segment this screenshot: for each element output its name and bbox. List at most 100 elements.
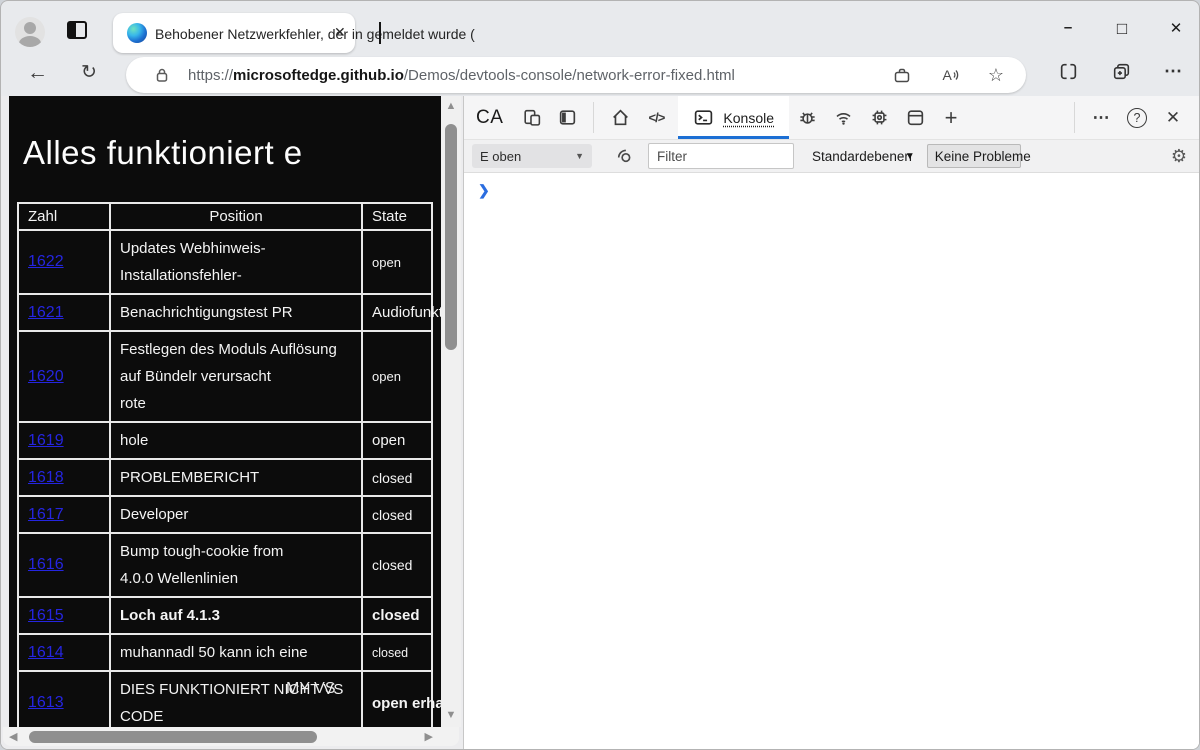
home-tab-icon[interactable] — [602, 96, 638, 139]
close-window-button[interactable] — [1167, 19, 1185, 39]
issue-state: closed — [372, 507, 422, 523]
address-bar[interactable]: https://microsoftedge.github.io/Demos/de… — [126, 57, 1026, 93]
column-header-position: Position — [110, 203, 362, 230]
issue-link[interactable]: 1616 — [28, 556, 64, 573]
browser-window: Behobener Netzwerkfehler, der in gemelde… — [0, 0, 1200, 750]
issue-position: Benachrichtigungstest PR — [120, 299, 352, 326]
scroll-right-icon[interactable] — [425, 730, 433, 743]
issue-state: open erha — [372, 695, 422, 712]
console-output[interactable] — [464, 173, 1199, 749]
horizontal-scrollbar[interactable] — [3, 727, 459, 746]
vertical-scrollbar[interactable] — [441, 96, 461, 727]
split-screen-icon[interactable] — [1058, 61, 1079, 82]
table-row: 1617 Developer closed — [18, 496, 432, 533]
filter-caret-icon — [905, 151, 915, 162]
issue-position: Festlegen des Moduls Auflösung auf Bünde… — [120, 336, 352, 417]
issue-position: PROBLEMBERICHT — [120, 464, 352, 491]
column-header-state: State — [362, 203, 432, 230]
issues-counter-badge[interactable]: Keine Probleme — [927, 144, 1021, 168]
devtools-pane: CA — [463, 96, 1199, 749]
scroll-left-icon[interactable] — [9, 730, 17, 743]
issue-position: hole — [120, 427, 352, 454]
console-toolbar: E oben Standardebenen Keine Probleme — [464, 140, 1199, 173]
live-expression-eye-icon[interactable] — [614, 145, 636, 167]
issue-link[interactable]: 1613 — [28, 694, 64, 711]
help-icon[interactable] — [1127, 108, 1147, 128]
tab-title: Behobener Netzwerkfehler, der in gemelde… — [155, 26, 475, 42]
table-row: 1616 Bump tough-cookie from 4.0.0 Wellen… — [18, 533, 432, 597]
workspaces-icon[interactable] — [67, 21, 87, 39]
maximize-button[interactable] — [1113, 19, 1131, 39]
application-storage-icon[interactable] — [897, 96, 933, 139]
tab-close-icon[interactable] — [334, 24, 346, 41]
devtools-tab-bar: CA — [464, 96, 1199, 140]
svg-text:A: A — [942, 67, 952, 83]
console-settings-gear-icon[interactable] — [1171, 146, 1187, 167]
device-emulation-icon[interactable] — [513, 96, 549, 139]
vertical-scroll-thumb[interactable] — [445, 124, 457, 350]
table-row: 1613 DIES FUNKTIONIERT NICHT VS CODEMY V… — [18, 671, 432, 727]
collections-icon[interactable] — [1111, 61, 1132, 82]
issue-state: open — [372, 255, 422, 270]
scroll-down-icon[interactable] — [441, 709, 461, 721]
table-row: 1619 hole open — [18, 422, 432, 459]
edge-logo-icon — [127, 23, 147, 43]
log-levels-dropdown[interactable]: Standardebenen — [812, 149, 915, 164]
issue-link[interactable]: 1621 — [28, 304, 64, 321]
url-text: https://microsoftedge.github.io/Demos/de… — [188, 67, 892, 84]
performance-chip-icon[interactable] — [861, 96, 897, 139]
settings-more-icon[interactable] — [1164, 61, 1183, 82]
issue-link[interactable]: 1619 — [28, 432, 64, 449]
lock-icon[interactable] — [152, 65, 172, 85]
issue-state: open — [372, 432, 422, 449]
issue-position: muhannadl 50 kann ich eine — [120, 639, 352, 666]
issue-state: closed — [372, 557, 422, 573]
back-button[interactable] — [27, 61, 48, 85]
read-aloud-icon[interactable]: A — [940, 65, 960, 85]
dock-side-icon[interactable] — [549, 96, 585, 139]
filter-input[interactable] — [648, 143, 794, 169]
issues-table: Zahl Position State 1622 Updates Webhinw… — [17, 202, 433, 727]
work-profile-icon[interactable] — [892, 65, 912, 85]
table-row: 1621 Benachrichtigungstest PR Audiofunkt… — [18, 294, 432, 331]
more-tabs-plus-icon[interactable] — [933, 96, 969, 139]
issue-link[interactable]: 1620 — [28, 368, 64, 385]
text-cursor — [379, 22, 381, 44]
tab-console[interactable]: Konsole — [678, 96, 789, 139]
issue-state: closed — [372, 470, 422, 486]
issue-state: open — [372, 369, 422, 384]
issue-link[interactable]: 1617 — [28, 506, 64, 523]
issue-link[interactable]: 1618 — [28, 469, 64, 486]
network-wifi-icon[interactable] — [825, 96, 861, 139]
context-selector[interactable]: E oben — [472, 144, 592, 168]
scroll-up-icon[interactable] — [441, 100, 461, 112]
horizontal-scroll-thumb[interactable] — [29, 731, 317, 743]
window-controls — [1059, 19, 1185, 39]
web-page-pane: Alles funktioniert e Zahl Position State… — [1, 96, 463, 749]
table-row: 1614 muhannadl 50 kann ich eine closed — [18, 634, 432, 671]
issue-link[interactable]: 1622 — [28, 253, 64, 270]
issue-link[interactable]: 1615 — [28, 607, 64, 624]
issue-state: Audiofunktio — [372, 304, 422, 321]
devtools-close-icon[interactable] — [1155, 96, 1191, 139]
devtools-more-icon[interactable] — [1083, 96, 1119, 139]
context-selector-value: E oben — [480, 149, 521, 164]
favorite-star-icon[interactable] — [988, 66, 1004, 84]
console-prompt-icon[interactable] — [478, 182, 490, 199]
issue-state: closed — [372, 646, 422, 660]
issue-position: Loch auf 4.1.3 — [120, 602, 352, 629]
divider — [593, 102, 594, 133]
reload-button[interactable] — [81, 61, 97, 84]
browser-tab[interactable]: Behobener Netzwerkfehler, der in gemelde… — [113, 13, 355, 53]
issue-position: Updates Webhinweis- Installationsfehler- — [120, 235, 352, 289]
issue-position: Bump tough-cookie from 4.0.0 Wellenlinie… — [120, 538, 352, 592]
elements-tab-icon[interactable] — [638, 96, 674, 139]
minimize-button[interactable] — [1059, 19, 1077, 39]
browser-toolbar: https://microsoftedge.github.io/Demos/de… — [1, 53, 1199, 96]
table-row: 1622 Updates Webhinweis- Installationsfe… — [18, 230, 432, 294]
debugger-bug-icon[interactable] — [789, 96, 825, 139]
profile-avatar[interactable] — [15, 17, 45, 47]
divider — [1074, 102, 1075, 133]
issue-link[interactable]: 1614 — [28, 644, 64, 661]
chevron-down-icon — [575, 151, 584, 161]
